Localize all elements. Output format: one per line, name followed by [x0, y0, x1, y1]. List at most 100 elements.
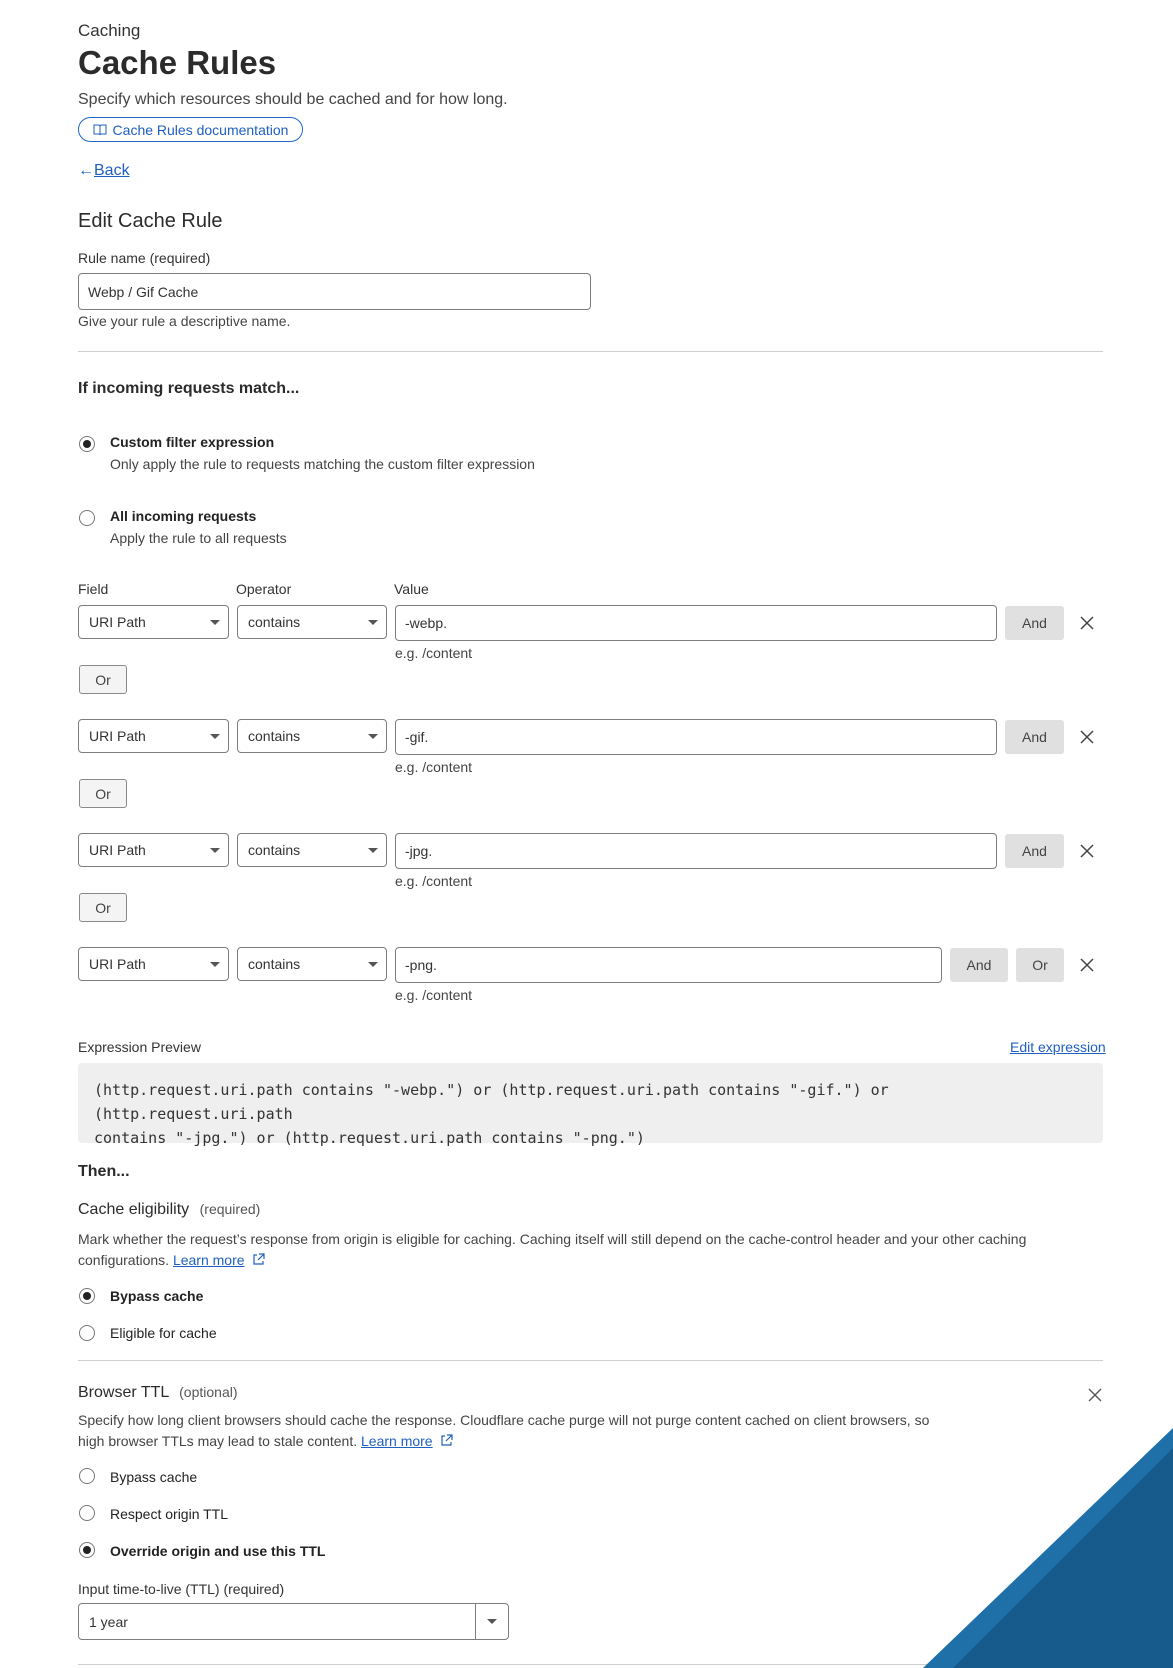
- chevron-down-icon: [210, 620, 220, 625]
- radio-respect-origin-label: Respect origin TTL: [110, 1506, 229, 1522]
- divider: [78, 1360, 1103, 1361]
- and-button[interactable]: And: [950, 948, 1008, 982]
- match-title: If incoming requests match...: [78, 380, 300, 397]
- close-icon[interactable]: [1087, 1387, 1103, 1403]
- operator-select[interactable]: contains: [237, 947, 387, 981]
- page-subtitle: Specify which resources should be cached…: [78, 91, 508, 108]
- or-button[interactable]: Or: [79, 893, 127, 922]
- documentation-button[interactable]: Cache Rules documentation: [78, 117, 303, 142]
- operator-select[interactable]: contains: [237, 605, 387, 639]
- field-select-value: URI Path: [89, 728, 146, 744]
- close-icon[interactable]: [1079, 729, 1095, 745]
- radio-ttl-bypass-cache-label: Bypass cache: [110, 1469, 198, 1485]
- cache-eligibility-desc-text: configurations.: [78, 1252, 170, 1268]
- browser-ttl-title: Browser TTL (optional): [78, 1384, 238, 1402]
- column-value: Value: [394, 581, 429, 597]
- value-input[interactable]: -gif.: [395, 719, 997, 755]
- expression-line: (http.request.uri.path contains "-webp."…: [94, 1081, 889, 1123]
- rule-name-label: Rule name (required): [78, 250, 211, 266]
- external-link-icon: [441, 1434, 454, 1446]
- operator-select[interactable]: contains: [237, 719, 387, 753]
- page-title: Cache Rules: [78, 44, 277, 81]
- value-input[interactable]: -png.: [395, 947, 942, 983]
- chevron-down-icon: [368, 962, 378, 967]
- required-tag: (required): [199, 1201, 261, 1217]
- chevron-down-icon: [487, 1619, 497, 1624]
- radio-bypass-cache[interactable]: [79, 1288, 95, 1304]
- cache-eligibility-title-text: Cache eligibility: [78, 1201, 190, 1218]
- radio-override-origin[interactable]: [79, 1542, 95, 1558]
- optional-tag: (optional): [179, 1384, 238, 1400]
- field-select[interactable]: URI Path: [78, 605, 229, 639]
- arrow-left-icon: ←: [78, 162, 94, 179]
- radio-ttl-bypass-cache[interactable]: [79, 1468, 95, 1484]
- chevron-down-icon: [210, 848, 220, 853]
- value-hint: e.g. /content: [395, 645, 473, 661]
- value-input[interactable]: -jpg.: [395, 833, 997, 869]
- select-divider: [475, 1604, 476, 1639]
- expression-preview: (http.request.uri.path contains "-webp."…: [78, 1063, 1103, 1147]
- column-field: Field: [78, 581, 109, 597]
- close-icon[interactable]: [1079, 843, 1095, 859]
- operator-select-value: contains: [248, 956, 301, 972]
- field-select-value: URI Path: [89, 956, 146, 972]
- section-title: Edit Cache Rule: [78, 210, 223, 232]
- ttl-select-value: 1 year: [89, 1613, 128, 1630]
- watermark: XenVn.Com: [873, 1428, 1173, 1668]
- learn-more-link[interactable]: Learn more: [173, 1252, 245, 1268]
- radio-custom-filter[interactable]: [79, 436, 95, 452]
- radio-override-origin-label: Override origin and use this TTL: [110, 1543, 326, 1559]
- field-select-value: URI Path: [89, 614, 146, 630]
- operator-select-value: contains: [248, 614, 301, 630]
- external-link-icon: [253, 1253, 266, 1265]
- radio-eligible-cache[interactable]: [79, 1325, 95, 1341]
- learn-more-link[interactable]: Learn more: [361, 1433, 433, 1449]
- divider: [78, 351, 1103, 352]
- cache-eligibility-desc-2: configurations. Learn more: [78, 1252, 266, 1268]
- operator-select-value: contains: [248, 842, 301, 858]
- radio-respect-origin[interactable]: [79, 1505, 95, 1521]
- value-input[interactable]: -webp.: [395, 605, 997, 641]
- back-link[interactable]: ←Back: [78, 162, 130, 180]
- and-button[interactable]: And: [1005, 606, 1064, 640]
- radio-all-requests-label: All incoming requests: [110, 508, 257, 524]
- browser-ttl-desc-2: high browser TTLs may lead to stale cont…: [78, 1433, 454, 1449]
- expression-preview-label: Expression Preview: [78, 1039, 201, 1055]
- radio-bypass-cache-label: Bypass cache: [110, 1288, 204, 1304]
- book-icon: [93, 124, 107, 135]
- or-button[interactable]: Or: [79, 665, 127, 694]
- operator-select[interactable]: contains: [237, 833, 387, 867]
- and-button[interactable]: And: [1005, 720, 1064, 754]
- breadcrumb: Caching: [78, 21, 141, 40]
- expression-line: contains "-jpg.") or (http.request.uri.p…: [94, 1129, 645, 1147]
- value-hint: e.g. /content: [395, 987, 473, 1003]
- close-icon[interactable]: [1079, 957, 1095, 973]
- chevron-down-icon: [368, 734, 378, 739]
- back-link-label: Back: [94, 162, 130, 179]
- browser-ttl-title-text: Browser TTL: [78, 1384, 169, 1401]
- field-select[interactable]: URI Path: [78, 833, 229, 867]
- or-button[interactable]: Or: [1016, 948, 1064, 982]
- chevron-down-icon: [368, 848, 378, 853]
- chevron-down-icon: [210, 734, 220, 739]
- or-button[interactable]: Or: [79, 779, 127, 808]
- field-select[interactable]: URI Path: [78, 947, 229, 981]
- radio-eligible-cache-label: Eligible for cache: [110, 1325, 217, 1341]
- then-title: Then...: [78, 1163, 130, 1180]
- value-hint: e.g. /content: [395, 759, 473, 775]
- cache-eligibility-title: Cache eligibility (required): [78, 1201, 260, 1219]
- rule-name-input[interactable]: Webp / Gif Cache: [78, 273, 591, 310]
- field-select[interactable]: URI Path: [78, 719, 229, 753]
- field-select-value: URI Path: [89, 842, 146, 858]
- cache-eligibility-desc: Mark whether the request’s response from…: [78, 1231, 1027, 1247]
- operator-select-value: contains: [248, 728, 301, 744]
- rule-name-help: Give your rule a descriptive name.: [78, 313, 291, 329]
- radio-all-requests[interactable]: [79, 510, 95, 526]
- ttl-select[interactable]: 1 year: [78, 1603, 509, 1640]
- chevron-down-icon: [210, 962, 220, 967]
- browser-ttl-desc-text: high browser TTLs may lead to stale cont…: [78, 1433, 358, 1449]
- value-hint: e.g. /content: [395, 873, 473, 889]
- and-button[interactable]: And: [1005, 834, 1064, 868]
- edit-expression-link[interactable]: Edit expression: [1010, 1039, 1106, 1055]
- close-icon[interactable]: [1079, 615, 1095, 631]
